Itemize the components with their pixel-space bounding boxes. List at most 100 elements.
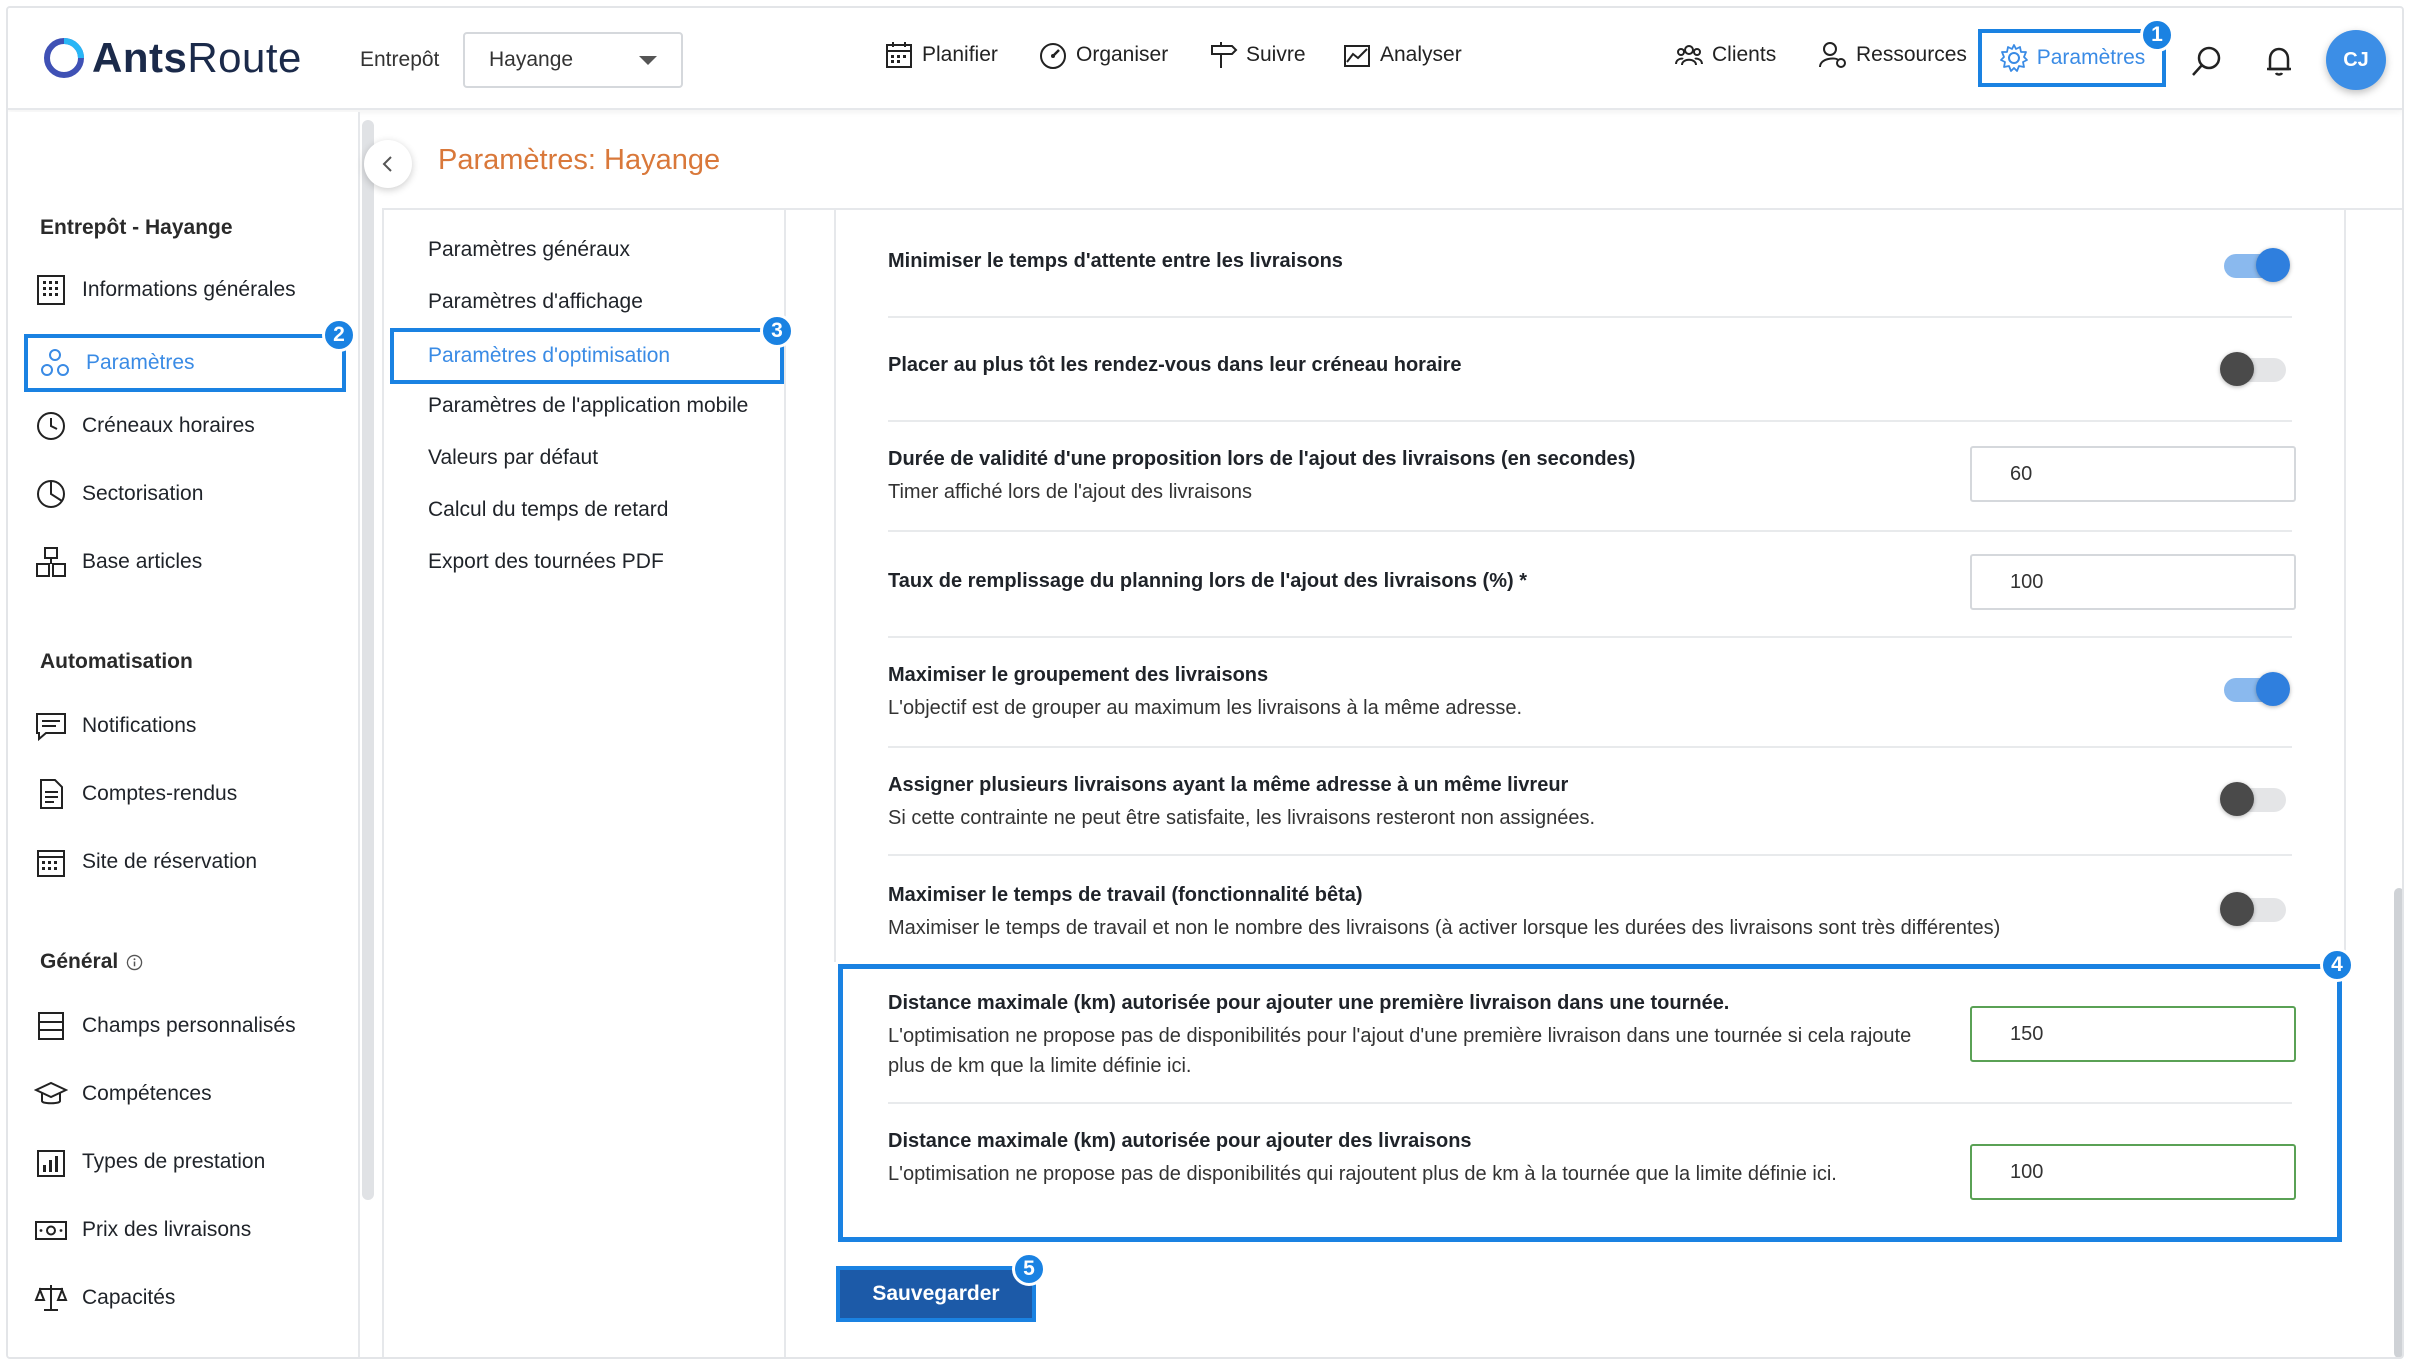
sidebar-item-prix-livraisons[interactable]: Prix des livraisons <box>34 1206 251 1254</box>
sidebar-item-label: Comptes-rendus <box>82 782 238 805</box>
submenu-parametres-application-mobile[interactable]: Paramètres de l'application mobile <box>428 394 748 418</box>
taux-remplissage-input[interactable]: 100 <box>1970 554 2296 610</box>
toggle-minimiser-attente[interactable] <box>2224 248 2290 282</box>
page-title: Paramètres: Hayange <box>438 144 721 176</box>
bell-icon[interactable] <box>2262 44 2296 78</box>
building-icon <box>37 275 65 305</box>
nav-suivre[interactable]: Suivre <box>1208 40 1306 70</box>
toggle-assigner-meme-livreur[interactable] <box>2220 782 2286 816</box>
sidebar-item-types-prestation[interactable]: Types de prestation <box>34 1138 265 1186</box>
nav-planifier-label: Planifier <box>922 43 998 66</box>
submenu-calcul-retard[interactable]: Calcul du temps de retard <box>428 498 668 522</box>
boxes-icon <box>36 547 66 577</box>
duree-validite-input[interactable]: 60 <box>1970 446 2296 502</box>
sidebar-item-informations[interactable]: Informations générales <box>34 266 296 314</box>
setting-description: L'optimisation ne propose pas de disponi… <box>888 1163 1837 1185</box>
main-scrollbar[interactable] <box>2394 888 2402 1357</box>
setting-label: Distance maximale (km) autorisée pour aj… <box>888 992 1730 1014</box>
step-badge-3: 3 <box>760 314 794 348</box>
step-badge-2: 2 <box>322 318 356 352</box>
nav-ressources-label: Ressources <box>1856 43 1967 66</box>
collapse-sidebar-button[interactable] <box>364 140 412 188</box>
row-divider <box>888 316 2292 318</box>
sidebar-item-label: Champs personnalisés <box>82 1014 296 1037</box>
sidebar-item-sectorisation[interactable]: Sectorisation <box>34 470 203 518</box>
setting-row: Minimiser le temps d'attente entre les l… <box>888 250 2288 273</box>
submenu-parametres-optimisation[interactable]: Paramètres d'optimisation <box>390 328 784 384</box>
sidebar-item-site-reservation[interactable]: Site de réservation <box>34 838 257 886</box>
nav-organiser-label: Organiser <box>1076 43 1169 66</box>
sidebar-item-parametres[interactable]: Paramètres <box>24 334 346 392</box>
setting-description: L'optimisation ne propose pas de disponi… <box>888 1025 1912 1077</box>
nav-parametres[interactable]: Paramètres <box>1978 29 2166 87</box>
row-divider <box>888 530 2292 532</box>
settings-icon <box>41 349 69 376</box>
nav-clients-label: Clients <box>1712 43 1777 66</box>
distance-premiere-livraison-input[interactable]: 150 <box>1970 1006 2296 1062</box>
signpost-icon <box>1211 42 1238 68</box>
distance-ajout-livraisons-input[interactable]: 100 <box>1970 1144 2296 1200</box>
submenu-parametres-generaux[interactable]: Paramètres généraux <box>428 238 630 262</box>
setting-label: Placer au plus tôt les rendez-vous dans … <box>888 354 1462 376</box>
sidebar-item-label: Types de prestation <box>82 1150 266 1173</box>
submenu-export-pdf[interactable]: Export des tournées PDF <box>428 550 664 574</box>
chevron-down-icon <box>639 55 657 65</box>
sidebar-item-label: Notifications <box>82 714 197 737</box>
sidebar-item-label: Capacités <box>82 1286 176 1309</box>
money-icon <box>35 1221 67 1240</box>
nav-ressources[interactable]: Ressources <box>1818 40 1967 70</box>
logo-icon <box>44 38 84 78</box>
setting-description: L'objectif est de grouper au maximum les… <box>888 697 1523 719</box>
pie-icon <box>37 480 65 508</box>
setting-description: Maximiser le temps de travail et non le … <box>888 917 2001 939</box>
top-navbar: AntsRoute Entrepôt Hayange Planifier Org… <box>8 8 2402 110</box>
scale-icon <box>34 1285 68 1311</box>
toggle-maximiser-temps-travail[interactable] <box>2220 892 2286 926</box>
sidebar-section-automation: Automatisation <box>40 650 193 673</box>
setting-row: Maximiser le temps de travail (fonctionn… <box>888 884 2288 943</box>
sidebar-item-label: Base articles <box>82 550 203 573</box>
submenu-parametres-affichage[interactable]: Paramètres d'affichage <box>428 290 643 314</box>
save-button[interactable]: Sauvegarder <box>836 1266 1036 1322</box>
sidebar-item-capacites[interactable]: Capacités <box>34 1274 175 1322</box>
list-icon <box>38 1012 64 1040</box>
toggle-placer-au-plus-tot[interactable] <box>2220 352 2286 386</box>
search-icon[interactable] <box>2190 44 2224 78</box>
nav-clients[interactable]: Clients <box>1674 40 1776 70</box>
nav-planifier[interactable]: Planifier <box>884 40 998 70</box>
setting-row: Assigner plusieurs livraisons ayant la m… <box>888 774 2288 833</box>
logo[interactable]: AntsRoute <box>42 34 302 82</box>
toggle-knob <box>2256 248 2290 282</box>
settings-submenu: Paramètres généraux Paramètres d'afficha… <box>382 210 786 1357</box>
avatar[interactable]: CJ <box>2326 30 2386 90</box>
toggle-maximiser-groupement[interactable] <box>2224 672 2290 706</box>
logo-text: AntsRoute <box>92 34 302 81</box>
warehouse-label: Entrepôt <box>360 48 440 71</box>
sidebar-item-label: Paramètres <box>86 351 195 374</box>
setting-row: Maximiser le groupement des livraisons L… <box>888 664 2288 723</box>
warehouse-select[interactable]: Hayange <box>463 32 683 88</box>
setting-label: Minimiser le temps d'attente entre les l… <box>888 250 1343 272</box>
sidebar-item-notifications[interactable]: Notifications <box>34 702 196 750</box>
sidebar-section-general-label: Général <box>40 950 119 973</box>
sidebar-item-label: Sectorisation <box>82 482 204 505</box>
sidebar-scrollbar[interactable] <box>362 120 374 1200</box>
sidebar-item-competences[interactable]: Compétences <box>34 1070 212 1118</box>
sidebar-item-label: Site de réservation <box>82 850 258 873</box>
gear-icon <box>1999 44 2028 72</box>
sidebar-item-creneaux[interactable]: Créneaux horaires <box>34 402 255 450</box>
user-gear-icon <box>1819 42 1846 68</box>
step-badge-5: 5 <box>1012 1252 1046 1286</box>
submenu-valeurs-defaut[interactable]: Valeurs par défaut <box>428 446 598 470</box>
step-badge-1: 1 <box>2140 18 2174 52</box>
sidebar-item-base-articles[interactable]: Base articles <box>34 538 202 586</box>
nav-organiser[interactable]: Organiser <box>1038 40 1168 70</box>
graduation-icon <box>34 1081 68 1105</box>
sidebar-item-champs[interactable]: Champs personnalisés <box>34 1002 296 1050</box>
toggle-knob <box>2220 352 2254 386</box>
nav-analyser-label: Analyser <box>1380 43 1462 66</box>
app-window: AntsRoute Entrepôt Hayange Planifier Org… <box>6 6 2404 1359</box>
sidebar-item-comptes-rendus[interactable]: Comptes-rendus <box>34 770 237 818</box>
sidebar-item-label: Prix des livraisons <box>82 1218 252 1241</box>
nav-analyser[interactable]: Analyser <box>1342 40 1462 70</box>
